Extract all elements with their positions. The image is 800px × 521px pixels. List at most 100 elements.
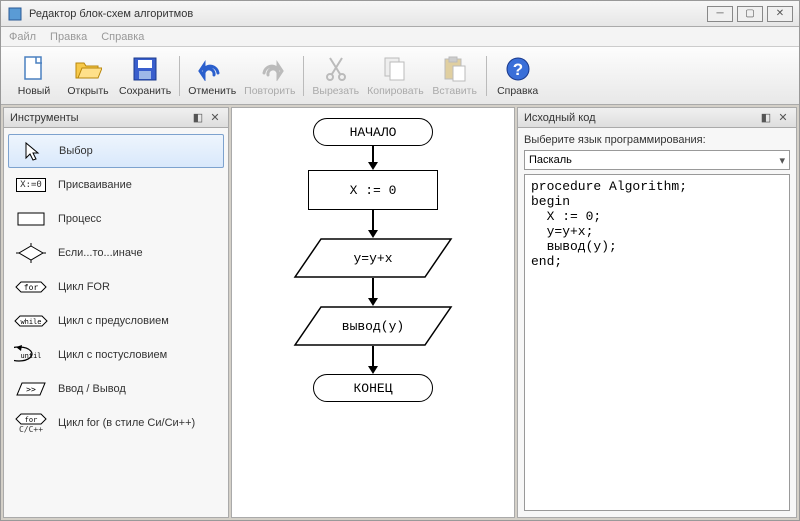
maximize-button[interactable]: ▢ (737, 6, 763, 22)
tools-panel: Инструменты ◧ ✕ Выбор X:=0 Присваивание (3, 107, 229, 518)
title-bar: Редактор блок-схем алгоритмов ─ ▢ ✕ (1, 1, 799, 27)
svg-text:>>: >> (26, 385, 36, 394)
tool-io-label: Ввод / Вывод (58, 383, 126, 395)
svg-text:until: until (20, 352, 41, 360)
undock-icon[interactable]: ◧ (759, 111, 773, 125)
svg-text:while: while (20, 318, 41, 326)
menu-bar: Файл Правка Справка (1, 27, 799, 47)
tool-while-label: Цикл с предусловием (58, 315, 169, 327)
cursor-icon (15, 140, 49, 162)
assign-icon: X:=0 (14, 174, 48, 196)
app-icon (7, 6, 23, 22)
process-icon (14, 208, 48, 230)
help-label: Справка (497, 85, 538, 97)
paste-icon (441, 55, 469, 83)
tool-ifelse[interactable]: Если...то...иначе (8, 236, 224, 270)
cut-label: Вырезать (312, 85, 359, 97)
window-title: Редактор блок-схем алгоритмов (29, 8, 193, 20)
until-icon: until (14, 344, 48, 366)
arrowhead-icon (368, 230, 378, 238)
flowchart-canvas[interactable]: НАЧАЛО X := 0 y=y+x вывод(y) КОНЕЦ (231, 107, 515, 518)
panel-close-icon[interactable]: ✕ (776, 111, 790, 125)
svg-text:?: ? (512, 60, 522, 79)
tool-select-label: Выбор (59, 145, 93, 157)
redo-icon (256, 55, 284, 83)
arrowhead-icon (368, 162, 378, 170)
copy-label: Копировать (367, 85, 424, 97)
save-icon (131, 55, 159, 83)
tool-select[interactable]: Выбор (8, 134, 224, 168)
new-button[interactable]: Новый (7, 50, 61, 102)
redo-button[interactable]: Повторить (240, 50, 299, 102)
panel-close-icon[interactable]: ✕ (208, 111, 222, 125)
arrowhead-icon (368, 298, 378, 306)
svg-text:for: for (25, 416, 38, 424)
language-selected: Паскаль (529, 154, 572, 166)
new-label: Новый (18, 85, 50, 97)
flow-arrow (372, 210, 374, 232)
main-toolbar: Новый Открыть Сохранить Отменить Повтори… (1, 47, 799, 105)
tool-for[interactable]: for Цикл FOR (8, 270, 224, 304)
flow-output[interactable]: вывод(y) (293, 306, 453, 346)
tool-until-label: Цикл с постусловием (58, 349, 167, 361)
tools-panel-header: Инструменты ◧ ✕ (4, 108, 228, 128)
ifelse-icon (14, 242, 48, 264)
open-icon (74, 55, 102, 83)
toolbar-separator (486, 56, 487, 96)
copy-button[interactable]: Копировать (363, 50, 428, 102)
save-button[interactable]: Сохранить (115, 50, 175, 102)
language-select[interactable]: Паскаль ▾ (524, 150, 790, 170)
tool-io[interactable]: >> Ввод / Вывод (8, 372, 224, 406)
minimize-button[interactable]: ─ (707, 6, 733, 22)
io-icon: >> (14, 378, 48, 400)
tool-assign-label: Присваивание (58, 179, 132, 191)
source-panel-header: Исходный код ◧ ✕ (518, 108, 796, 128)
undo-icon (198, 55, 226, 83)
cut-button[interactable]: Вырезать (308, 50, 363, 102)
toolbar-separator (303, 56, 304, 96)
toolbar-separator (179, 56, 180, 96)
tool-list: Выбор X:=0 Присваивание Процесс Если...т… (4, 128, 228, 517)
arrowhead-icon (368, 366, 378, 374)
cut-icon (322, 55, 350, 83)
menu-help[interactable]: Справка (101, 31, 144, 43)
help-button[interactable]: ? Справка (491, 50, 545, 102)
tool-assign[interactable]: X:=0 Присваивание (8, 168, 224, 202)
new-icon (20, 55, 48, 83)
flow-start[interactable]: НАЧАЛО (313, 118, 433, 146)
tool-for-label: Цикл FOR (58, 281, 110, 293)
flow-end[interactable]: КОНЕЦ (313, 374, 433, 402)
flow-process[interactable]: y=y+x (293, 238, 453, 278)
flow-assign[interactable]: X := 0 (308, 170, 438, 210)
undock-icon[interactable]: ◧ (191, 111, 205, 125)
paste-button[interactable]: Вставить (428, 50, 482, 102)
menu-edit[interactable]: Правка (50, 31, 87, 43)
undo-button[interactable]: Отменить (184, 50, 240, 102)
tool-cfor[interactable]: for C/C++ Цикл for (в стиле Си/Си++) (8, 406, 224, 440)
tool-while[interactable]: while Цикл с предусловием (8, 304, 224, 338)
close-button[interactable]: ✕ (767, 6, 793, 22)
undo-label: Отменить (188, 85, 236, 97)
source-code[interactable]: procedure Algorithm; begin X := 0; y=y+x… (524, 174, 790, 511)
flow-arrow (372, 278, 374, 300)
redo-label: Повторить (244, 85, 295, 97)
work-area: Инструменты ◧ ✕ Выбор X:=0 Присваивание (1, 105, 799, 520)
source-panel-title: Исходный код (524, 112, 756, 124)
language-label: Выберите язык программирования: (524, 134, 790, 146)
tool-process-label: Процесс (58, 213, 101, 225)
tool-ifelse-label: Если...то...иначе (58, 247, 143, 259)
for-icon: for (14, 276, 48, 298)
flow-arrow (372, 346, 374, 368)
copy-icon (381, 55, 409, 83)
paste-label: Вставить (432, 85, 477, 97)
tool-process[interactable]: Процесс (8, 202, 224, 236)
menu-file[interactable]: Файл (9, 31, 36, 43)
open-label: Открыть (67, 85, 108, 97)
save-label: Сохранить (119, 85, 171, 97)
cfor-icon: for C/C++ (14, 412, 48, 434)
svg-text:for: for (24, 283, 39, 292)
chevron-down-icon: ▾ (779, 154, 785, 167)
source-panel: Исходный код ◧ ✕ Выберите язык программи… (517, 107, 797, 518)
tool-until[interactable]: until Цикл с постусловием (8, 338, 224, 372)
open-button[interactable]: Открыть (61, 50, 115, 102)
